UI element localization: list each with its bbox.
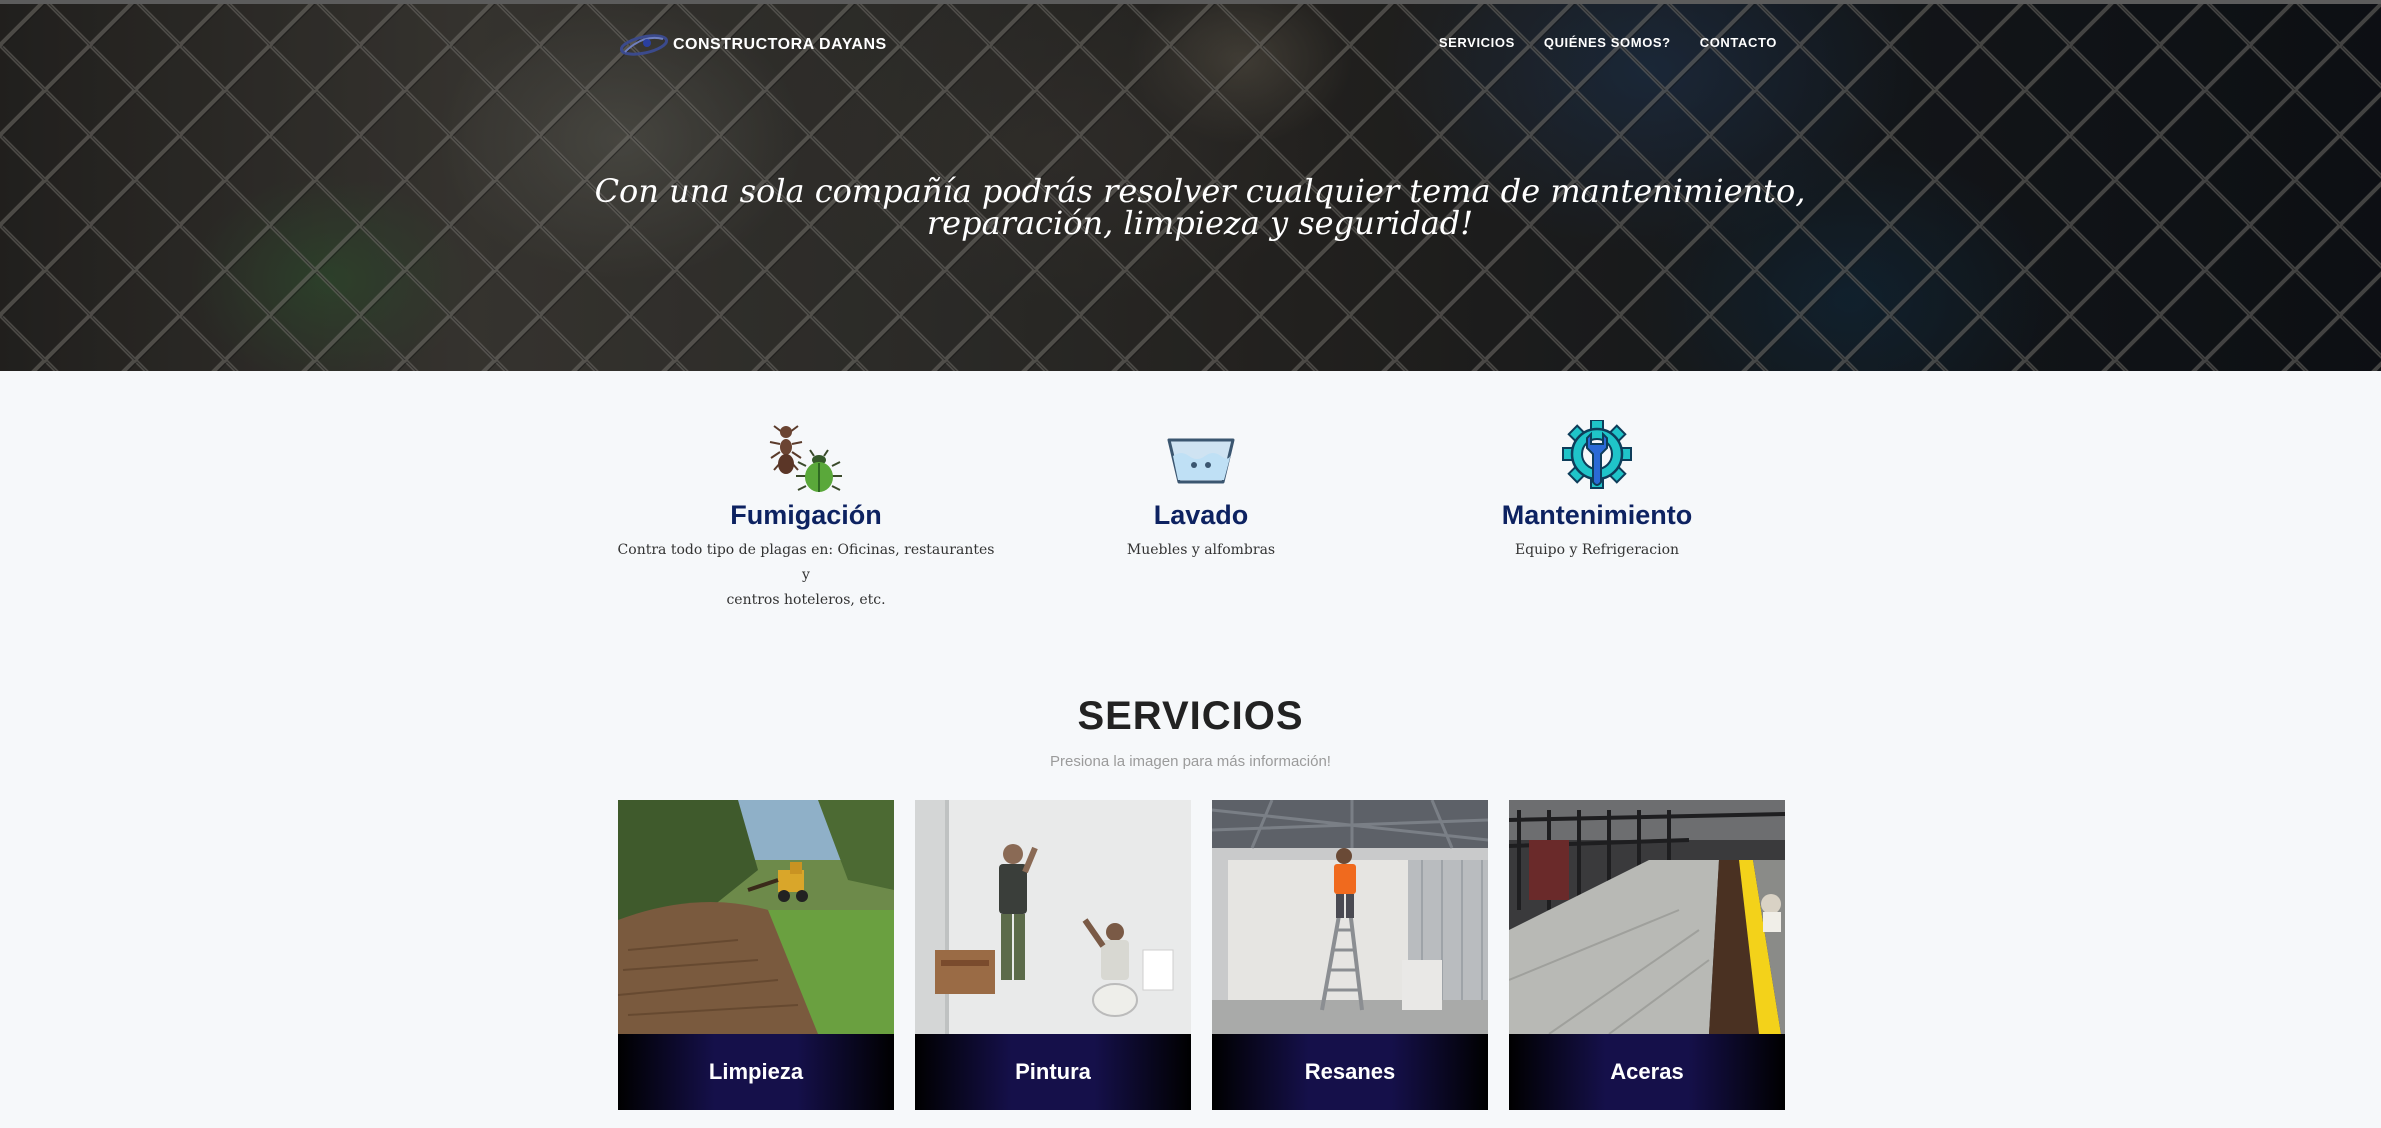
hero-tagline: Con una sola compañía podrás resolver cu… (590, 175, 1810, 239)
brand-link[interactable]: CONSTRUCTORA DAYANS (617, 30, 887, 60)
service-card-resanes[interactable]: Resanes (1212, 800, 1488, 1110)
service-photo-resanes (1212, 800, 1488, 1034)
service-card-label: Aceras (1509, 1034, 1785, 1110)
nav-quienes-somos[interactable]: QUIÉNES SOMOS? (1544, 35, 1671, 50)
feature-description: Muebles y alfombras (1126, 542, 1276, 558)
hero-banner: CONSTRUCTORA DAYANS SERVICIOS QUIÉNES SO… (0, 0, 2381, 371)
nav-contacto[interactable]: CONTACTO (1700, 35, 1777, 50)
feature-lavado: Lavado Muebles y alfombras (1011, 420, 1391, 563)
services-subtitle: Presiona la imagen para más información! (1050, 753, 1331, 770)
washing-basin-icon (1167, 438, 1235, 484)
service-photo-aceras (1509, 800, 1785, 1034)
service-card-label: Pintura (915, 1034, 1191, 1110)
gear-wrench-icon (1562, 420, 1632, 489)
bugs-icon (769, 425, 842, 492)
feature-description-line2: centros hoteleros, etc. (726, 592, 886, 608)
swoosh-logo-icon (619, 34, 669, 56)
feature-description: Equipo y Refrigeracion (1514, 542, 1680, 558)
service-card-label: Limpieza (618, 1034, 894, 1110)
feature-description-line1: Contra todo tipo de plagas en: Oficinas,… (617, 542, 995, 583)
service-card-pintura[interactable]: Pintura (915, 800, 1191, 1110)
feature-title: Lavado (1153, 500, 1249, 530)
service-photo-pintura (915, 800, 1191, 1034)
top-border (0, 0, 2381, 4)
services-title: SERVICIOS (1077, 694, 1304, 738)
service-card-limpieza[interactable]: Limpieza (618, 800, 894, 1110)
service-card-aceras[interactable]: Aceras (1509, 800, 1785, 1110)
main-nav: SERVICIOS QUIÉNES SOMOS? CONTACTO (1439, 35, 1777, 50)
service-photo-limpieza (618, 800, 894, 1034)
hero-tagline-line1: Con una sola compañía podrás resolver cu… (594, 172, 1806, 210)
brand-name: CONSTRUCTORA DAYANS (673, 36, 887, 53)
feature-description: Contra todo tipo de plagas en: Oficinas,… (616, 538, 996, 613)
feature-title: Fumigación (730, 500, 882, 530)
feature-title: Mantenimiento (1501, 500, 1693, 530)
feature-mantenimiento: Mantenimiento Equipo y Refrigeracion (1407, 420, 1787, 563)
hero-tagline-line2: reparación, limpieza y seguridad! (926, 204, 1474, 242)
service-card-label: Resanes (1212, 1034, 1488, 1110)
nav-servicios[interactable]: SERVICIOS (1439, 35, 1515, 50)
feature-fumigacion: Fumigación Contra todo tipo de plagas en… (616, 420, 996, 613)
